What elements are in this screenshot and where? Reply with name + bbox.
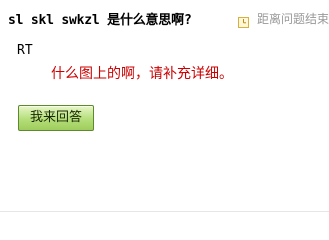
answer-button[interactable]: 我来回答 [18, 105, 94, 131]
deadline-text: 距离问题结束 [257, 12, 329, 26]
question-title: sl skl swkzl 是什么意思啊? [8, 13, 192, 28]
question-body: RT [17, 43, 33, 58]
deadline-info: 距离问题结束 [238, 10, 329, 28]
comment-text: 什么图上的啊，请补充详细。 [51, 66, 233, 82]
clock-icon [238, 13, 249, 28]
divider [0, 211, 329, 212]
